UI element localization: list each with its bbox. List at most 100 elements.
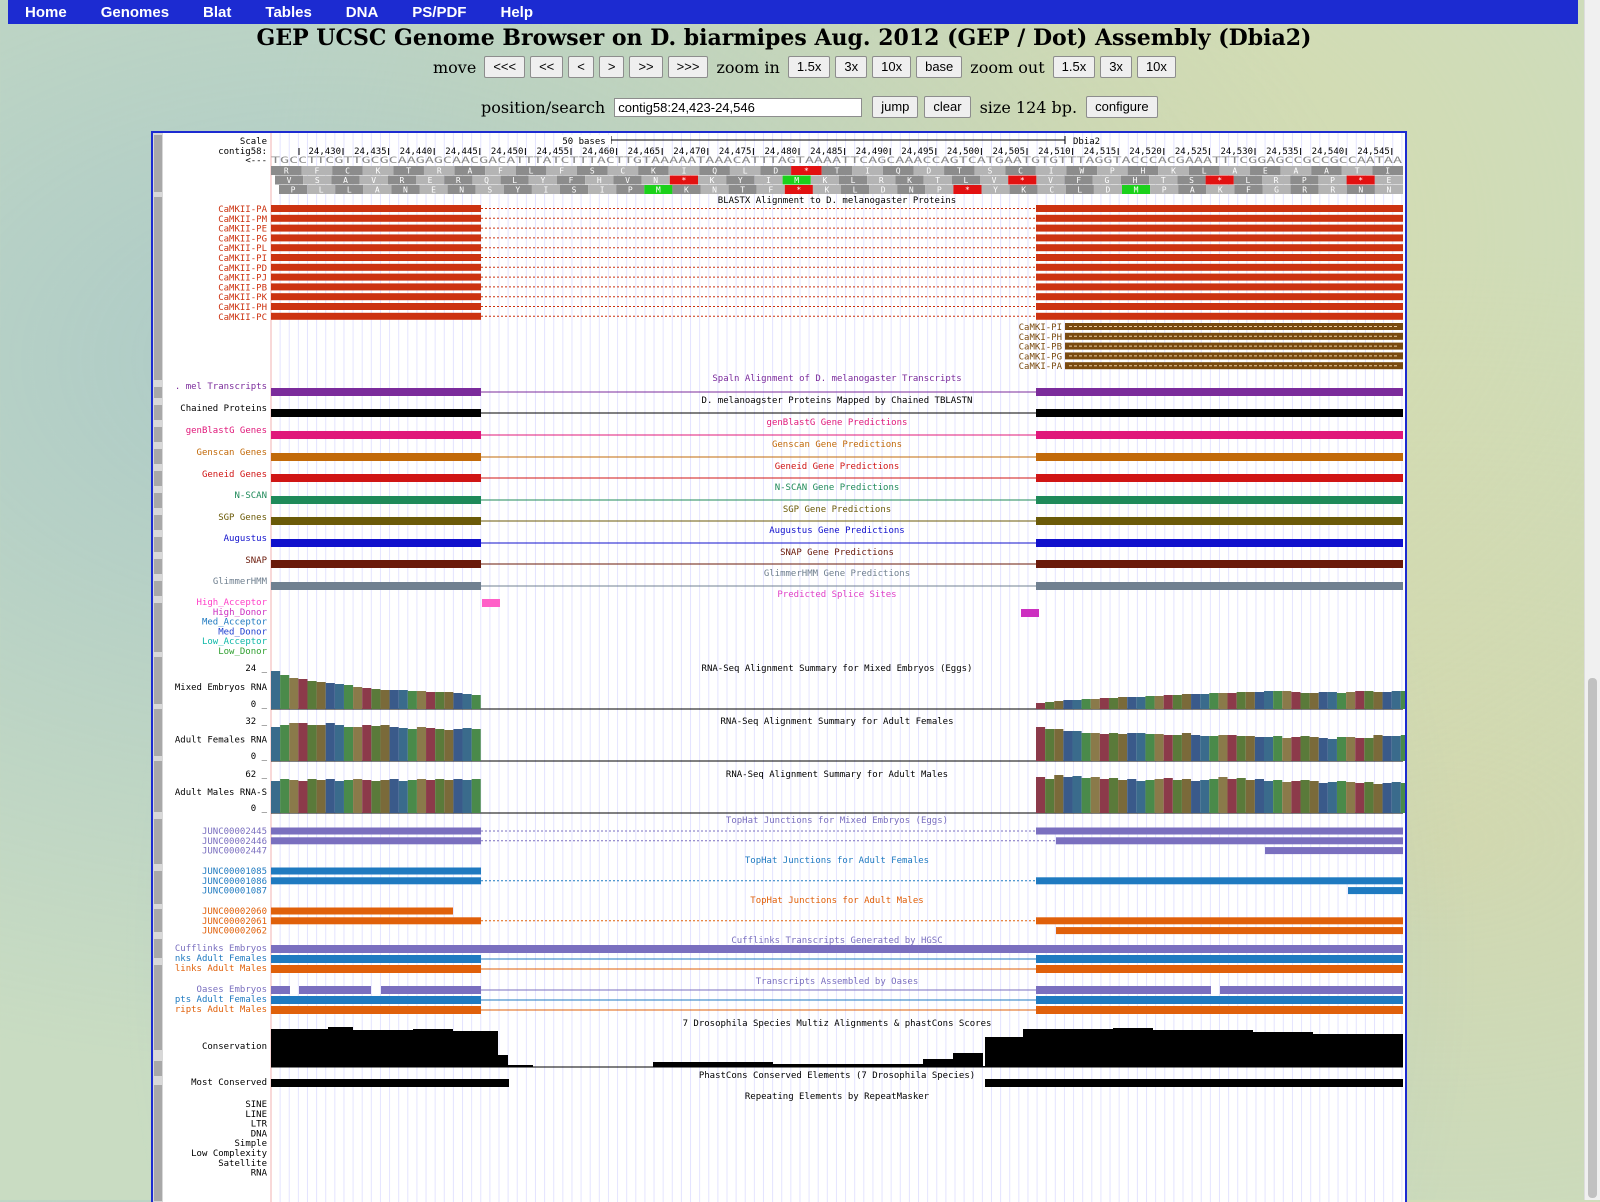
- track-toggle-button[interactable]: [154, 197, 162, 380]
- nav-dna[interactable]: DNA: [329, 4, 396, 21]
- move-right-button[interactable]: >>: [629, 56, 663, 78]
- zoom-in-10x-button[interactable]: 10x: [872, 56, 912, 78]
- position-search-input[interactable]: [614, 97, 863, 117]
- nav-blat[interactable]: Blat: [186, 4, 248, 21]
- track-toggle-button[interactable]: [154, 1085, 162, 1201]
- track-title: Cufflinks Transcripts Generated by HGSC: [731, 936, 942, 946]
- rna-coverage-bar: [1108, 733, 1119, 761]
- track-toggle-button[interactable]: [154, 603, 162, 652]
- rna-coverage-bar: [1072, 700, 1082, 709]
- rna-min-label: 0 _: [251, 752, 268, 762]
- jump-button[interactable]: jump: [872, 96, 919, 118]
- nav-genomes[interactable]: Genomes: [84, 4, 186, 21]
- rna-coverage-bar: [389, 727, 399, 761]
- track-toggle-button[interactable]: [154, 909, 162, 932]
- splice-label: Low_Donor: [218, 647, 267, 657]
- amino-acid: I: [1049, 167, 1054, 176]
- move-far-left-button[interactable]: <<<: [484, 56, 526, 78]
- zoom-base-button[interactable]: base: [916, 56, 963, 78]
- rna-coverage-bar: [307, 681, 317, 709]
- blastx-block-right: [1036, 234, 1403, 242]
- rna-coverage-bar: [1382, 736, 1392, 761]
- amino-acid: P: [937, 186, 942, 195]
- blastx-block-right: [1036, 303, 1403, 310]
- rna-coverage-bar: [1172, 695, 1182, 709]
- camki-item-label: CaMKI-PB: [1019, 343, 1062, 353]
- track-toggle-button[interactable]: [154, 1061, 162, 1076]
- blastx-block-left: [271, 205, 481, 212]
- track-toggle-button[interactable]: [154, 939, 162, 958]
- genome-browser-image[interactable]: Scale contig58: <--- 50 bases Dbia2 24,4…: [151, 131, 1407, 1202]
- zoom-in-3x-button[interactable]: 3x: [835, 56, 868, 78]
- blastx-item-label: CaMKII-PI: [218, 254, 267, 264]
- track-toggle-button[interactable]: [154, 537, 162, 552]
- rna-coverage-bar: [1209, 736, 1219, 761]
- rna-coverage-bar: [1218, 693, 1228, 709]
- splice-label: Med_Donor: [218, 627, 267, 637]
- rna-coverage-bar: [1099, 734, 1109, 761]
- rna-coverage-bar: [416, 691, 427, 709]
- page-scrollbar[interactable]: [1584, 0, 1600, 1200]
- move-right-small-button[interactable]: >: [598, 56, 625, 78]
- cufflinks-label: links Adult Males: [175, 964, 267, 974]
- move-left-button[interactable]: <<: [530, 56, 564, 78]
- track-toggle-button[interactable]: [154, 761, 162, 812]
- rna-coverage-bar: [371, 781, 381, 813]
- blastx-item-label: CaMKII-PE: [218, 225, 267, 235]
- track-title: BLASTX Alignment to D. melanogaster Prot…: [718, 196, 956, 206]
- rna-coverage-bar: [334, 725, 344, 761]
- track-toggle-button[interactable]: [154, 471, 162, 486]
- track-toggle-button[interactable]: [154, 515, 162, 530]
- nav-tables[interactable]: Tables: [248, 4, 328, 21]
- move-left-small-button[interactable]: <: [568, 56, 594, 78]
- nav-home[interactable]: Home: [8, 4, 84, 21]
- move-far-right-button[interactable]: >>>: [667, 56, 709, 78]
- amino-acid: N: [1358, 186, 1363, 195]
- junction-label: JUNC00001085: [202, 867, 267, 877]
- zoom-out-3x-button[interactable]: 3x: [1100, 56, 1132, 78]
- track-toggle-button[interactable]: [154, 135, 162, 192]
- track-toggle-button[interactable]: [154, 427, 162, 442]
- amino-acid: W: [1079, 167, 1084, 176]
- zoom-in-1-5x-button[interactable]: 1.5x: [787, 56, 831, 78]
- rna-coverage-bar: [1218, 777, 1228, 813]
- track-toggle-button[interactable]: [154, 405, 162, 420]
- track-toggle-button[interactable]: [154, 559, 162, 574]
- rna-coverage-bar: [1163, 735, 1173, 761]
- track-label: . mel Transcripts: [175, 382, 267, 392]
- track-toggle-button[interactable]: [154, 709, 162, 756]
- amino-acid: K: [684, 186, 689, 195]
- rna-coverage-bar: [343, 685, 354, 709]
- track-toggle-button[interactable]: [154, 581, 162, 596]
- zoom-out-1-5x-button[interactable]: 1.5x: [1052, 56, 1096, 78]
- browser-tracks-svg[interactable]: Scale contig58: <--- 50 bases Dbia2 24,4…: [153, 133, 1405, 1202]
- configure-button[interactable]: configure: [1086, 96, 1158, 118]
- nav-ps-pdf[interactable]: PS/PDF: [395, 4, 483, 21]
- blastx-block-right: [1036, 205, 1403, 212]
- blastx-item-label: CaMKII-PM: [218, 215, 267, 225]
- track-toggle-button[interactable]: [154, 871, 162, 904]
- clear-button[interactable]: clear: [924, 96, 971, 118]
- rna-coverage-bar: [1108, 778, 1119, 813]
- junction-label: JUNC00002447: [202, 847, 267, 857]
- splice-donor-mark: [1021, 609, 1039, 617]
- track-toggle-button[interactable]: [154, 819, 162, 864]
- scrollbar-thumb[interactable]: [1588, 678, 1597, 1198]
- nav-help[interactable]: Help: [483, 4, 550, 21]
- navigation-controls: move <<< << < > >> >>> zoom in 1.5x 3x 1…: [430, 56, 1176, 78]
- track-toggle-button[interactable]: [154, 387, 162, 398]
- track-toggle-button[interactable]: [154, 493, 162, 508]
- rna-coverage-bar: [444, 780, 454, 813]
- track-toggle-button[interactable]: [154, 657, 162, 704]
- amino-acid: S: [590, 167, 595, 176]
- splice-acceptor-mark: [482, 599, 500, 607]
- genscan-exon-right: [1036, 453, 1403, 461]
- track-toggle-button[interactable]: [154, 449, 162, 464]
- rna-coverage-bar: [1227, 693, 1237, 709]
- rna-coverage-bar: [1181, 779, 1192, 813]
- amino-acid: F: [314, 167, 319, 176]
- track-buttons-column[interactable]: [153, 133, 163, 1202]
- zoom-out-10x-button[interactable]: 10x: [1136, 56, 1176, 78]
- rna-coverage-bar: [1191, 735, 1201, 761]
- track-toggle-button[interactable]: [154, 965, 162, 1050]
